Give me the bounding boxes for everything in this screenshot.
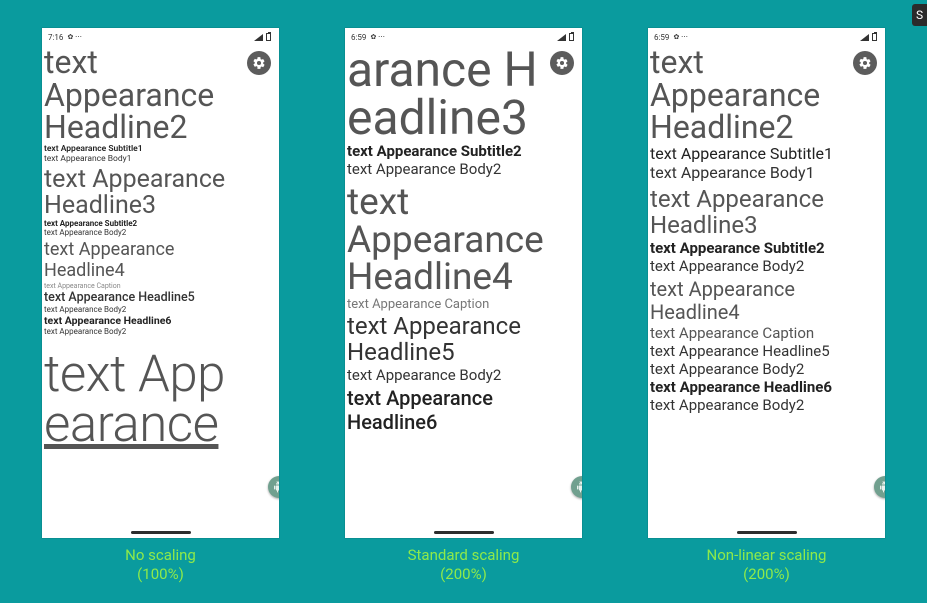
nav-indicator [131,531,191,534]
text-headline4: text AppearanceHeadline4 [650,278,883,324]
text-headline2: text Appearance Headline2 [44,46,277,144]
caption-standard: Standard scaling(200%) [345,546,582,584]
text-body2b: text Appearance Body2 [650,360,883,378]
text-headline6: text AppearanceHeadline6 [347,386,580,434]
signal-icon [557,34,566,41]
text-body1: text Appearance Body1 [44,154,277,164]
signal-icon [860,34,869,41]
status-icons-left: ✿ ⋯ [67,33,82,41]
text-headline6: text Appearance Headline6 [44,314,277,327]
android-icon [879,481,885,493]
phone-standard-200: 6:59 ✿ ⋯ arance Headline3 text Appearanc… [345,28,582,538]
content-area: arance Headline3 text Appearance Subtitl… [345,46,582,434]
text-headline5: text Appearance Headline5 [44,290,277,305]
battery-icon [872,33,877,41]
nav-indicator [434,531,494,534]
text-headline4: text AppearanceHeadline4 [44,240,277,281]
signal-icon [254,34,263,41]
phones-row: 7:16 ✿ ⋯ text Appearance Headline2 text … [0,0,927,538]
phone-no-scaling: 7:16 ✿ ⋯ text Appearance Headline2 text … [42,28,279,538]
text-headline1-clipped: text Appearance [44,350,277,450]
status-icons-left: ✿ ⋯ [370,33,385,41]
text-body1: text Appearance Body1 [650,163,883,182]
battery-icon [569,33,574,41]
status-icons-left: ✿ ⋯ [673,33,688,41]
text-headline4: textAppearanceHeadline4 [347,184,580,297]
text-subtitle2: text Appearance Subtitle2 [44,219,277,228]
text-headline3-clipped: arance Headline3 [347,46,580,142]
text-body2c: text Appearance Body2 [650,396,883,414]
text-headline3: text AppearanceHeadline3 [650,186,883,239]
android-icon [273,481,279,493]
android-icon [576,481,582,493]
text-body2b: text Appearance Body2 [347,366,580,384]
text-body2c: text Appearance Body2 [44,327,277,336]
text-subtitle1: text Appearance Subtitle1 [650,144,883,163]
text-subtitle2: text Appearance Subtitle2 [347,142,580,160]
android-dock-bubble[interactable] [571,476,582,498]
phone-nonlinear-200: 6:59 ✿ ⋯ textAppearanceHeadline2 text Ap… [648,28,885,538]
side-fragment-tab: S [912,4,927,26]
content-area: textAppearanceHeadline2 text Appearance … [648,46,885,414]
battery-icon [266,33,271,41]
text-subtitle2: text Appearance Subtitle2 [650,239,883,257]
status-time: 6:59 [654,33,669,42]
caption-nonlinear: Non-linear scaling(200%) [648,546,885,584]
text-headline5: text AppearanceHeadline5 [347,314,580,366]
text-body2: text Appearance Body2 [650,257,883,275]
caption-no-scaling: No scaling(100%) [42,546,279,584]
text-headline3: text AppearanceHeadline3 [44,167,277,220]
status-time: 7:16 [48,33,63,42]
text-caption: text Appearance Caption [44,282,277,290]
text-headline2: textAppearanceHeadline2 [650,46,883,144]
text-body2: text Appearance Body2 [347,160,580,178]
android-dock-bubble[interactable] [874,476,885,498]
text-caption: text Appearance Caption [650,324,883,342]
captions-row: No scaling(100%) Standard scaling(200%) … [0,538,927,584]
content-area: text Appearance Headline2 text Appearanc… [42,46,279,450]
text-body2: text Appearance Body2 [44,228,277,237]
text-headline6: text Appearance Headline6 [650,378,883,396]
text-body2b: text Appearance Body2 [44,305,277,314]
android-dock-bubble[interactable] [268,476,279,498]
text-caption: text Appearance Caption [347,297,580,312]
text-headline5: text Appearance Headline5 [650,342,883,360]
nav-indicator [737,531,797,534]
